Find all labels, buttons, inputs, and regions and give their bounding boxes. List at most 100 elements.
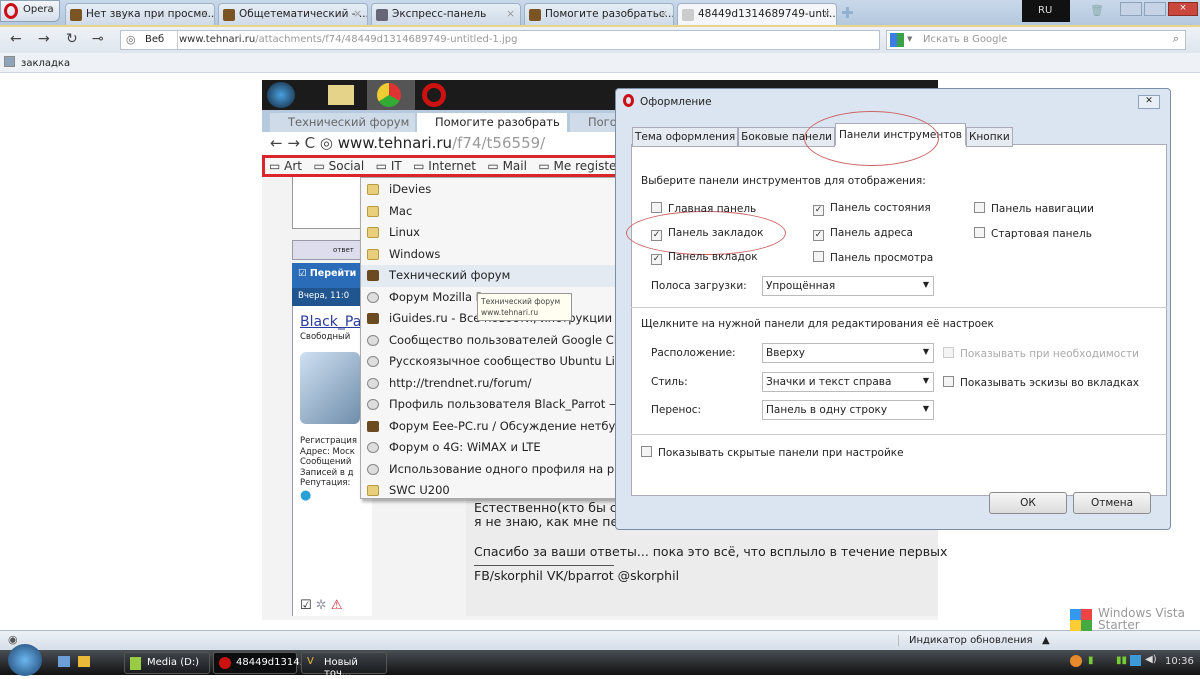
taskbar-item-active[interactable]: 48449d1314... (213, 652, 309, 674)
address-field[interactable]: ◎ Веб www.tehnari.ru/attachments/f74/484… (120, 30, 880, 50)
close-tab-icon[interactable]: × (822, 8, 831, 20)
skype-icon: ● (300, 488, 312, 503)
network-icon[interactable]: ▮▮ (1116, 655, 1127, 666)
chevron-down-icon: ▼ (922, 280, 929, 289)
tab[interactable]: Помогите разобратьс... × (524, 3, 674, 25)
progress-bar-select[interactable]: Упрощённая ▼ (762, 276, 934, 296)
user-info: Регистрация Адрес: Моск Сообщений Записей в… (300, 436, 357, 488)
toolbar-checkbox[interactable]: ✓ Панель состояния (813, 202, 931, 216)
post-icons: ☑ ✲ ⚠ (300, 598, 343, 613)
bookmark-folder: ▭ IT (375, 159, 402, 173)
menu-item: Linux (361, 222, 619, 244)
close-window-button[interactable]: × (1168, 2, 1198, 16)
folder-icon (367, 248, 379, 260)
tab-theme[interactable]: Тема оформления (632, 127, 739, 147)
globe-icon (367, 291, 379, 303)
chevron-down-icon[interactable]: ▼ (907, 35, 912, 43)
connection-icon[interactable] (1130, 655, 1141, 666)
opera-icon (422, 83, 446, 107)
opera-menu-button[interactable]: Opera (0, 0, 60, 22)
username-link: Black_Pa (300, 314, 362, 330)
tooltip: Технический форум www.tehnari.ru (477, 293, 572, 321)
watermark: Windows Vista Starter (1098, 606, 1185, 632)
key-icon[interactable]: ⊸ (92, 31, 104, 47)
show-desktop-icon[interactable] (58, 656, 70, 667)
taskbar-item[interactable]: V Новый точ... (301, 652, 387, 679)
toolbar-checkbox[interactable]: Стартовая панель (974, 227, 1092, 240)
close-tab-icon[interactable]: × (353, 8, 362, 20)
show-when-needed-checkbox[interactable]: Показывать при необходимости (943, 347, 1139, 360)
checkbox-icon: ✓ (651, 254, 662, 265)
style-select[interactable]: Значки и текст справа ▼ (762, 372, 934, 392)
language-indicator[interactable]: RU (1022, 0, 1070, 22)
bookmark-folder-menu: iDevies Mac Linux Windows Технический форум Ф… (360, 177, 620, 499)
toolbar-checkbox[interactable]: ✓ Панель закладок (651, 227, 763, 241)
avatar (300, 352, 360, 424)
bookmark-icon (4, 56, 15, 67)
new-tab-button[interactable]: ✚ (841, 4, 854, 22)
checkbox-icon: ✓ (813, 230, 824, 241)
back-icon[interactable]: ← (10, 31, 22, 47)
bookmark-folder: ▭ Social (313, 159, 365, 173)
search-field[interactable]: ▼ Искать в Google ⌕ (886, 30, 1186, 50)
taskbar: Media (D:) 48449d1314... V Новый точ... ▮… (0, 644, 1200, 679)
bookmark-folder: ▭ Internet (413, 159, 476, 173)
reload-icon[interactable]: ↻ (66, 31, 78, 47)
restore-button[interactable] (1144, 2, 1166, 16)
close-tab-icon[interactable]: × (659, 8, 668, 20)
cancel-button[interactable]: Отмена (1073, 492, 1151, 514)
tray-icon[interactable]: ▮ (1088, 655, 1094, 666)
trash-icon[interactable]: 🗑 (1090, 4, 1104, 17)
globe-icon (367, 356, 379, 367)
forward-icon[interactable]: → (38, 31, 50, 47)
dialog-title: Оформление (640, 96, 712, 108)
close-tab-icon[interactable]: × (506, 8, 515, 20)
bookmark-folder: ▭ Art (269, 159, 303, 173)
tab-buttons[interactable]: Кнопки (965, 127, 1013, 147)
placement-select[interactable]: Вверху ▼ (762, 343, 934, 363)
folder-icon (328, 85, 354, 105)
highlight-ellipse (804, 111, 939, 166)
checkbox-icon: ✓ (813, 205, 824, 216)
start-button[interactable] (8, 644, 42, 676)
toolbar-checkbox[interactable]: Главная панель (651, 202, 756, 215)
volume-icon[interactable]: ◀) (1145, 654, 1157, 665)
update-indicator[interactable]: Индикатор обновления ▲ (898, 635, 1050, 646)
tab[interactable]: Нет звука при просмо... × (65, 3, 215, 25)
checkbox-icon: ✓ (651, 230, 662, 241)
status-bar: ◉ Индикатор обновления ▲ Windows Vista S… (0, 607, 1200, 650)
panel-toggle-icon[interactable]: ◉ (8, 633, 18, 646)
toolbar-checkbox[interactable]: Панель навигации (974, 202, 1094, 215)
toolbar-checkbox[interactable]: ✓ Панель вкладок (651, 251, 758, 265)
show-hidden-panels-checkbox[interactable]: Показывать скрытые панели при настройке (641, 446, 904, 459)
tab[interactable]: Экспресс-панель × (371, 3, 521, 25)
toolbar-checkbox[interactable]: ✓ Панель адреса (813, 227, 913, 241)
bookmark-item[interactable]: закладка (4, 56, 70, 69)
chevron-down-icon: ▼ (922, 376, 929, 385)
folder-icon (367, 184, 379, 195)
menu-item: Использование одного профиля на разн (361, 459, 619, 481)
tray-icon[interactable] (1070, 655, 1082, 667)
drive-icon (130, 657, 141, 670)
windows-logo-icon (1070, 609, 1092, 631)
close-tab-icon[interactable]: × (200, 8, 209, 20)
toolbar-checkbox[interactable]: Панель просмотра (813, 251, 933, 264)
taskbar-item[interactable]: Media (D:) (124, 652, 210, 674)
show-thumbnails-checkbox[interactable]: Показывать эскизы во вкладках (943, 376, 1139, 389)
ok-button[interactable]: ОК (989, 492, 1067, 514)
chevron-down-icon: ▼ (922, 404, 929, 413)
close-dialog-button[interactable]: ✕ (1138, 95, 1160, 109)
search-icon[interactable]: ⌕ (1173, 32, 1179, 46)
checkbox-icon (974, 202, 985, 213)
tab-active[interactable]: 48449d1314689749-unti... × (677, 3, 837, 25)
check-icon: ☑ (300, 598, 312, 613)
menu-item: SWC U200 (361, 480, 619, 498)
checkbox-icon (651, 202, 662, 213)
globe-icon: ◎ (126, 33, 136, 46)
minimize-button[interactable] (1120, 2, 1142, 16)
clock[interactable]: 10:36 (1165, 656, 1194, 667)
media-player-icon[interactable] (78, 656, 90, 667)
wrap-select[interactable]: Панель в одну строку ▼ (762, 400, 934, 420)
tab[interactable]: Общетематический - ... × (218, 3, 368, 25)
google-icon[interactable] (890, 33, 904, 47)
